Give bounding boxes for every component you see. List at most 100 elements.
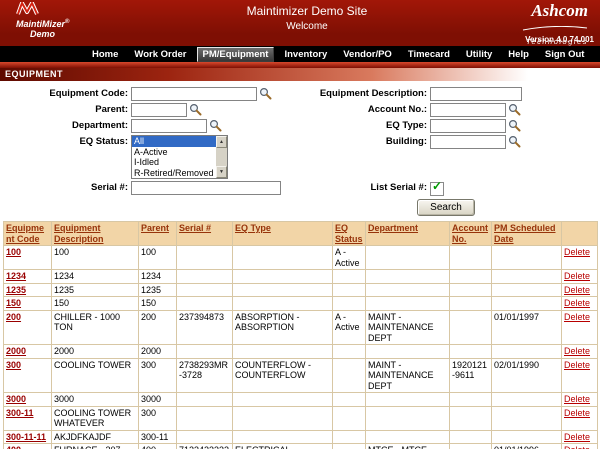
equipment-code-link[interactable]: 300 — [6, 360, 21, 370]
delete-cell: Delete — [562, 393, 598, 407]
serial-cell — [177, 246, 233, 270]
building-lookup-icon[interactable] — [508, 135, 521, 148]
equipment-code-input[interactable] — [131, 87, 257, 101]
account-no-lookup-icon[interactable] — [508, 103, 521, 116]
eq-status-cell — [333, 430, 366, 444]
eq-type-lookup-icon[interactable] — [508, 119, 521, 132]
equipment-code-lookup-icon[interactable] — [259, 87, 272, 100]
eq-status-cell — [333, 358, 366, 393]
eq-status-cell — [333, 406, 366, 430]
scroll-down-icon[interactable]: ▼ — [216, 166, 227, 178]
delete-link[interactable]: Delete — [564, 298, 590, 308]
maintimizer-m-icon — [16, 2, 42, 15]
eq-status-scrollbar[interactable]: ▲ ▼ — [216, 136, 227, 178]
registered-mark: ® — [65, 19, 69, 25]
delete-link[interactable]: Delete — [564, 408, 590, 418]
site-title: Maintimizer Demo Site — [186, 4, 428, 18]
eq-type-cell: ELECTRICAL - ELECTRICAL — [233, 444, 333, 449]
delete-link[interactable]: Delete — [564, 271, 590, 281]
serial-label: Serial #: — [0, 181, 131, 195]
delete-link[interactable]: Delete — [564, 445, 590, 449]
eq-status-option[interactable]: All — [132, 136, 216, 147]
scroll-up-icon[interactable]: ▲ — [216, 136, 227, 148]
search-button[interactable]: Search — [417, 199, 475, 216]
list-serial-label: List Serial #: — [309, 181, 430, 195]
equipment-code-cell: 200 — [4, 310, 52, 345]
delete-link[interactable]: Delete — [564, 285, 590, 295]
nav-item-utility[interactable]: Utility — [460, 47, 498, 62]
parent-input[interactable] — [131, 103, 187, 117]
sort-link[interactable]: Department — [368, 223, 418, 233]
equipment-description-input[interactable] — [430, 87, 522, 101]
list-serial-checkbox[interactable]: ✓ — [430, 182, 444, 196]
equipment-code-link[interactable]: 1234 — [6, 271, 26, 281]
delete-link[interactable]: Delete — [564, 394, 590, 404]
delete-link[interactable]: Delete — [564, 247, 590, 257]
sort-link[interactable]: PM Scheduled Date — [494, 223, 556, 244]
serial-input[interactable] — [131, 181, 281, 195]
parent-lookup-icon[interactable] — [189, 103, 202, 116]
nav-item-sign-out[interactable]: Sign Out — [539, 47, 591, 62]
delete-link[interactable]: Delete — [564, 312, 590, 322]
account-no-input[interactable] — [430, 103, 506, 117]
serial-cell — [177, 393, 233, 407]
pm-scheduled-date-cell — [492, 393, 562, 407]
sort-link[interactable]: Parent — [141, 223, 169, 233]
equipment-code-link[interactable]: 300-11 — [6, 408, 34, 418]
serial-cell — [177, 406, 233, 430]
sort-link[interactable]: Serial # — [179, 223, 211, 233]
nav-item-help[interactable]: Help — [502, 47, 535, 62]
eq-status-option[interactable]: I-Idled — [132, 157, 216, 168]
nav-item-pm-equipment[interactable]: PM/Equipment — [197, 47, 275, 62]
eq-status-cell: A - Active — [333, 310, 366, 345]
equipment-code-link[interactable]: 400 — [6, 445, 21, 449]
delete-cell: Delete — [562, 283, 598, 297]
equipment-code-link[interactable]: 3000 — [6, 394, 26, 404]
delete-cell: Delete — [562, 430, 598, 444]
eq-type-cell — [233, 393, 333, 407]
equipment-code-link[interactable]: 300-11-11 — [6, 432, 46, 442]
nav-item-inventory[interactable]: Inventory — [278, 47, 333, 62]
pm-scheduled-date-cell — [492, 283, 562, 297]
delete-link[interactable]: Delete — [564, 346, 590, 356]
building-input[interactable] — [430, 135, 506, 149]
equipment-description-cell: 150 — [52, 297, 139, 311]
eq-status-option[interactable]: A-Active — [132, 147, 216, 158]
nav-item-work-order[interactable]: Work Order — [128, 47, 192, 62]
scroll-track[interactable] — [216, 148, 227, 166]
eq-status-cell — [333, 345, 366, 359]
eq-status-listbox[interactable]: AllA-ActiveI-IdledR-Retired/Removed ▲ ▼ — [131, 135, 228, 179]
delete-cell: Delete — [562, 270, 598, 284]
sort-link[interactable]: Account No. — [452, 223, 488, 244]
department-cell — [366, 393, 450, 407]
equipment-code-link[interactable]: 1235 — [6, 285, 26, 295]
department-cell — [366, 406, 450, 430]
delete-cell: Delete — [562, 358, 598, 393]
eq-status-option[interactable]: R-Retired/Removed — [132, 168, 216, 179]
delete-link[interactable]: Delete — [564, 360, 590, 370]
sort-link[interactable]: EQ Type — [235, 223, 271, 233]
department-lookup-icon[interactable] — [209, 119, 222, 132]
equipment-code-link[interactable]: 100 — [6, 247, 21, 257]
delete-cell: Delete — [562, 444, 598, 449]
equipment-code-cell: 300-11 — [4, 406, 52, 430]
nav-item-vendor-po[interactable]: Vendor/PO — [337, 47, 398, 62]
nav-item-timecard[interactable]: Timecard — [402, 47, 456, 62]
department-input[interactable] — [131, 119, 207, 133]
equipment-code-link[interactable]: 200 — [6, 312, 21, 322]
sort-link[interactable]: Equipment Description — [54, 223, 104, 244]
parent-cell: 300-11 — [139, 430, 177, 444]
pm-scheduled-date-cell — [492, 270, 562, 284]
header: MaintiMizer® Demo Maintimizer Demo Site … — [0, 0, 600, 34]
nav-item-home[interactable]: Home — [86, 47, 124, 62]
delete-link[interactable]: Delete — [564, 432, 590, 442]
eq-type-input[interactable] — [430, 119, 506, 133]
department-label: Department: — [0, 119, 131, 133]
table-row: 200CHILLER - 1000 TON200237394873ABSORPT… — [4, 310, 598, 345]
equipment-code-link[interactable]: 2000 — [6, 346, 26, 356]
eq-status-label: EQ Status: — [0, 135, 131, 149]
sort-link[interactable]: Equipment Code — [6, 223, 44, 244]
sort-link[interactable]: EQ Status — [335, 223, 363, 244]
equipment-code-link[interactable]: 150 — [6, 298, 21, 308]
results-table: Equipment Code Equipment Description Paren… — [3, 221, 598, 449]
